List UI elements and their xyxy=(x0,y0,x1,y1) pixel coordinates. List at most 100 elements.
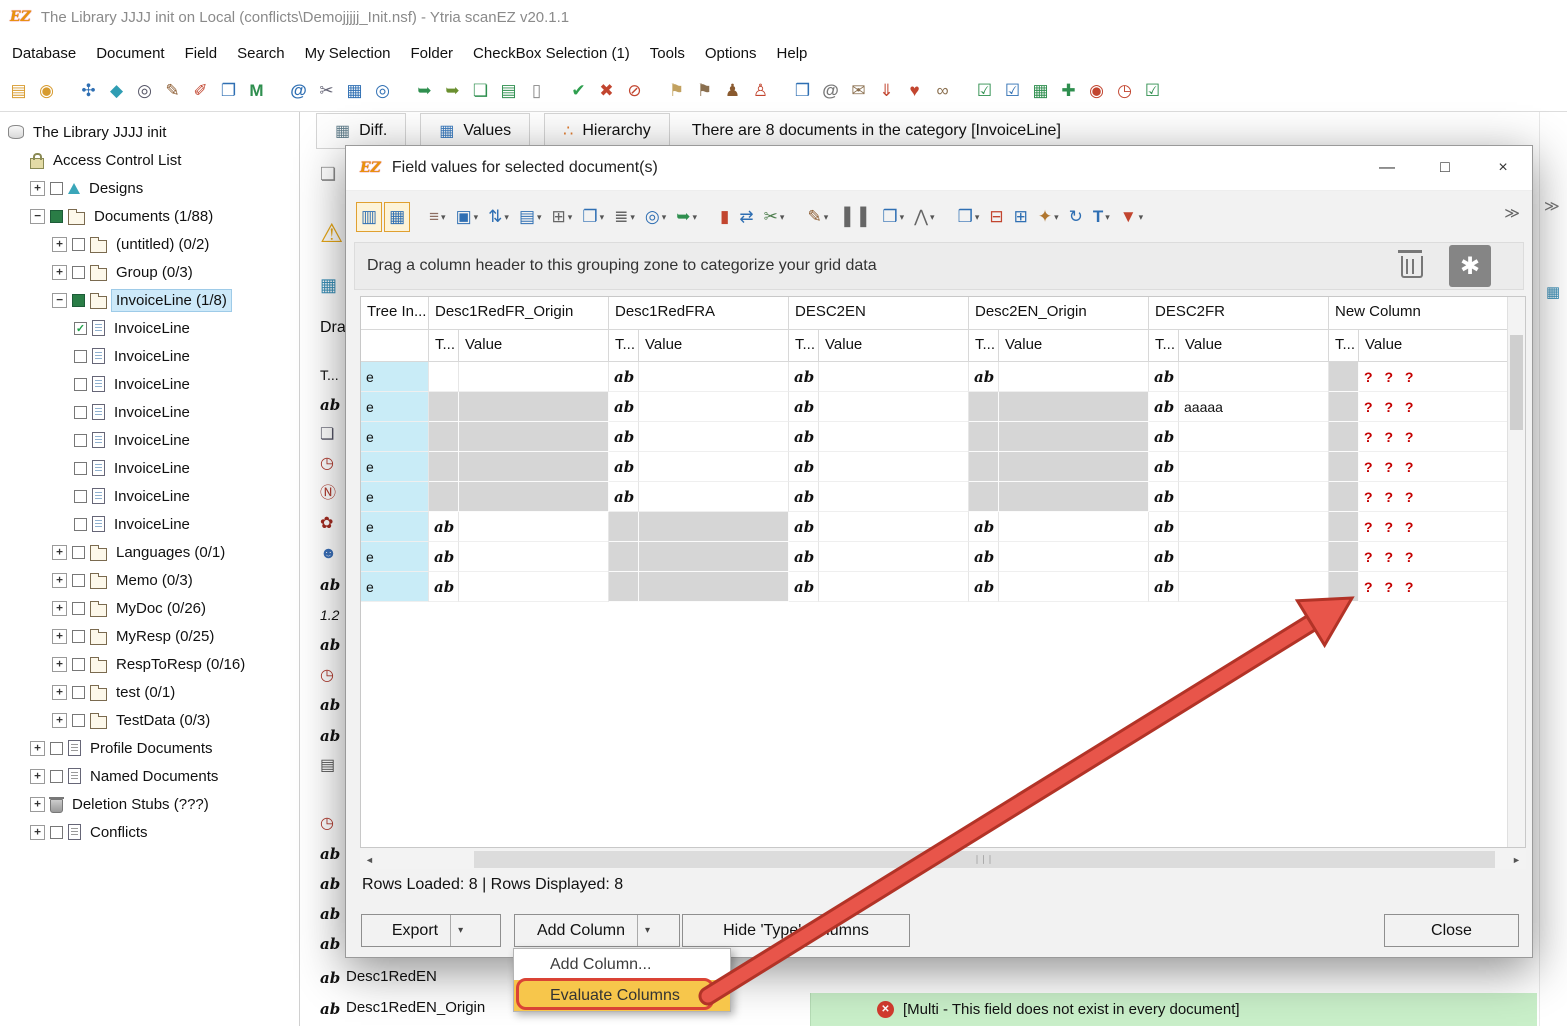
expander-icon[interactable]: + xyxy=(30,181,45,196)
expander-icon[interactable]: − xyxy=(52,293,67,308)
split-columns-icon-button[interactable]: ✂▾ xyxy=(760,203,789,231)
tree-item-documents-1-88[interactable]: −Documents (1/88) xyxy=(0,202,299,230)
tree-item-group-0-3[interactable]: +Group (0/3) xyxy=(0,258,299,286)
expander-icon[interactable]: + xyxy=(30,797,45,812)
hide-type-columns-button[interactable]: Hide 'Type' Columns xyxy=(682,914,910,947)
tree-item-deletion-stubs[interactable]: +Deletion Stubs (???) xyxy=(0,790,299,818)
tree-item-named-documents[interactable]: +Named Documents xyxy=(0,762,299,790)
grid-schedule-icon-button[interactable]: ◷ xyxy=(1112,77,1137,103)
grid-row[interactable]: eabababab? ? ? xyxy=(361,512,1509,542)
vertical-scroll-thumb[interactable] xyxy=(1510,335,1523,430)
checkbox-user-icon-button[interactable]: ☑ xyxy=(1000,77,1025,103)
empty-checkbox[interactable] xyxy=(74,490,87,503)
filled-checkbox[interactable] xyxy=(72,294,85,307)
subheader-value[interactable]: Value xyxy=(639,330,789,362)
refresh-icon-button[interactable]: ↻ xyxy=(1065,203,1087,231)
grid-confirm-icon-button[interactable]: ☑ xyxy=(1140,77,1165,103)
diff-view-button[interactable]: ▦Diff. xyxy=(316,113,406,149)
subheader-type[interactable]: T... xyxy=(789,330,819,362)
at-profile-icon-button[interactable]: @ xyxy=(818,77,843,103)
tree-item-access-control-list[interactable]: Access Control List xyxy=(0,146,299,174)
expander-icon[interactable]: + xyxy=(52,237,67,252)
text-size-icon-button[interactable]: T▾ xyxy=(1089,203,1114,231)
subheader-value[interactable]: Value xyxy=(819,330,969,362)
empty-checkbox[interactable] xyxy=(72,266,85,279)
filled-checkbox[interactable] xyxy=(50,210,63,223)
add-column-button[interactable]: Add Column ▾ xyxy=(514,914,680,947)
subheader-value[interactable]: Value xyxy=(459,330,609,362)
menu-item-options[interactable]: Options xyxy=(695,40,767,67)
column-header-desc2fr[interactable]: DESC2FR xyxy=(1149,297,1329,330)
goto-icon-button[interactable]: ◆ xyxy=(104,77,129,103)
new-doc-icon-button[interactable]: ❏ xyxy=(468,77,493,103)
save-local-icon-button[interactable]: ⇓ xyxy=(874,77,899,103)
maximize-button[interactable]: □ xyxy=(1416,146,1474,190)
resend-mail-icon-button[interactable]: ✉ xyxy=(846,77,871,103)
expander-icon[interactable]: + xyxy=(52,573,67,588)
favorites-icon-button[interactable]: ♥ xyxy=(902,77,927,103)
empty-checkbox[interactable] xyxy=(50,770,63,783)
empty-checkbox[interactable] xyxy=(50,826,63,839)
close-window-button[interactable]: × xyxy=(1474,146,1532,190)
subheader-type[interactable]: T... xyxy=(429,330,459,362)
tree-item-invoiceline[interactable]: InvoiceLine xyxy=(0,482,299,510)
column-header-desc2en[interactable]: DESC2EN xyxy=(789,297,969,330)
close-button[interactable]: Close xyxy=(1384,914,1519,947)
export-button[interactable]: Export ▾ xyxy=(361,914,501,947)
empty-checkbox[interactable] xyxy=(74,378,87,391)
show-window-icon-button[interactable]: ❒ xyxy=(790,77,815,103)
grid-row[interactable]: eabababab? ? ? xyxy=(361,572,1509,602)
subheader-value[interactable]: Value xyxy=(999,330,1149,362)
grid-row[interactable]: eababab? ? ? xyxy=(361,452,1509,482)
empty-checkbox[interactable] xyxy=(72,546,85,559)
view-rows-icon-button[interactable]: ▥ xyxy=(356,202,382,232)
subheader-type[interactable]: T... xyxy=(609,330,639,362)
subheader-type[interactable]: T... xyxy=(1329,330,1359,362)
empty-checkbox[interactable] xyxy=(74,518,87,531)
signer-icon-button[interactable]: ♟ xyxy=(720,77,745,103)
column-header-desc1redfra[interactable]: Desc1RedFRA xyxy=(609,297,789,330)
grid-row[interactable]: eabababaaaaa? ? ? xyxy=(361,392,1509,422)
grid-settings-icon-button[interactable]: ⊞ xyxy=(1010,203,1032,231)
unflag-documents-icon-button[interactable]: ⚑ xyxy=(692,77,717,103)
xml-icon-button[interactable]: ✂ xyxy=(314,77,339,103)
horizontal-scroll-track[interactable]: ∣∣∣ xyxy=(379,850,1507,869)
menu-item-folder[interactable]: Folder xyxy=(401,40,464,67)
memo-icon-button[interactable]: M xyxy=(244,77,269,103)
search-view-icon-button[interactable]: ◎ xyxy=(370,77,395,103)
menu-item-database[interactable]: Database xyxy=(2,40,86,67)
check-selection-icon-button[interactable]: ✔ xyxy=(566,77,591,103)
hierarchy-view-button[interactable]: ∴Hierarchy xyxy=(544,113,670,149)
align-text-icon-button[interactable]: ≣▾ xyxy=(610,203,639,231)
grid-row[interactable]: eababab? ? ? xyxy=(361,482,1509,512)
group-columns-icon-button[interactable]: ❒▾ xyxy=(878,203,908,231)
empty-checkbox[interactable] xyxy=(74,434,87,447)
summary-icon-button[interactable]: ⋀▾ xyxy=(910,203,938,231)
tree-item-languages-0-1[interactable]: +Languages (0/1) xyxy=(0,538,299,566)
tree-item-invoiceline[interactable]: InvoiceLine xyxy=(0,370,299,398)
freeze-right-icon-button[interactable]: ▌ xyxy=(856,203,876,231)
database-catalog-icon-button[interactable]: ◉ xyxy=(34,77,59,103)
scroll-left-arrow[interactable]: ◄ xyxy=(360,850,379,869)
border-style-icon-button[interactable]: ⊞▾ xyxy=(548,203,577,231)
send-mail-icon-button[interactable]: @ xyxy=(286,77,311,103)
empty-checkbox[interactable] xyxy=(50,742,63,755)
open-database-icon-button[interactable]: ▤ xyxy=(6,77,31,103)
toolbar-overflow-icon[interactable]: ≫ xyxy=(1504,204,1520,222)
edit-docs-icon-button[interactable]: ✎ xyxy=(160,77,185,103)
preview-icon-button[interactable]: ◎ xyxy=(132,77,157,103)
menu-item-checkbox-selection-1[interactable]: CheckBox Selection (1) xyxy=(463,40,640,67)
add-column-dropdown-arrow-icon[interactable]: ▾ xyxy=(637,915,657,946)
menu-item-add-column[interactable]: Add Column... xyxy=(514,949,730,980)
menu-item-help[interactable]: Help xyxy=(767,40,818,67)
grid-export-icon-button[interactable]: ▦ xyxy=(1028,77,1053,103)
uncheck-selection-icon-button[interactable]: ✖ xyxy=(594,77,619,103)
export-dropdown-arrow-icon[interactable]: ▾ xyxy=(450,915,470,946)
tree-item-resptoresp-0-16[interactable]: +RespToResp (0/16) xyxy=(0,650,299,678)
signer-badge-icon-button[interactable]: ♙ xyxy=(748,77,773,103)
flag-documents-icon-button[interactable]: ⚑ xyxy=(664,77,689,103)
empty-checkbox[interactable] xyxy=(74,406,87,419)
tree-item-test-0-1[interactable]: +test (0/1) xyxy=(0,678,299,706)
sort-columns-icon-button[interactable]: ⇅▾ xyxy=(484,203,513,231)
export-grid-icon-button[interactable]: ➥▾ xyxy=(672,203,701,231)
